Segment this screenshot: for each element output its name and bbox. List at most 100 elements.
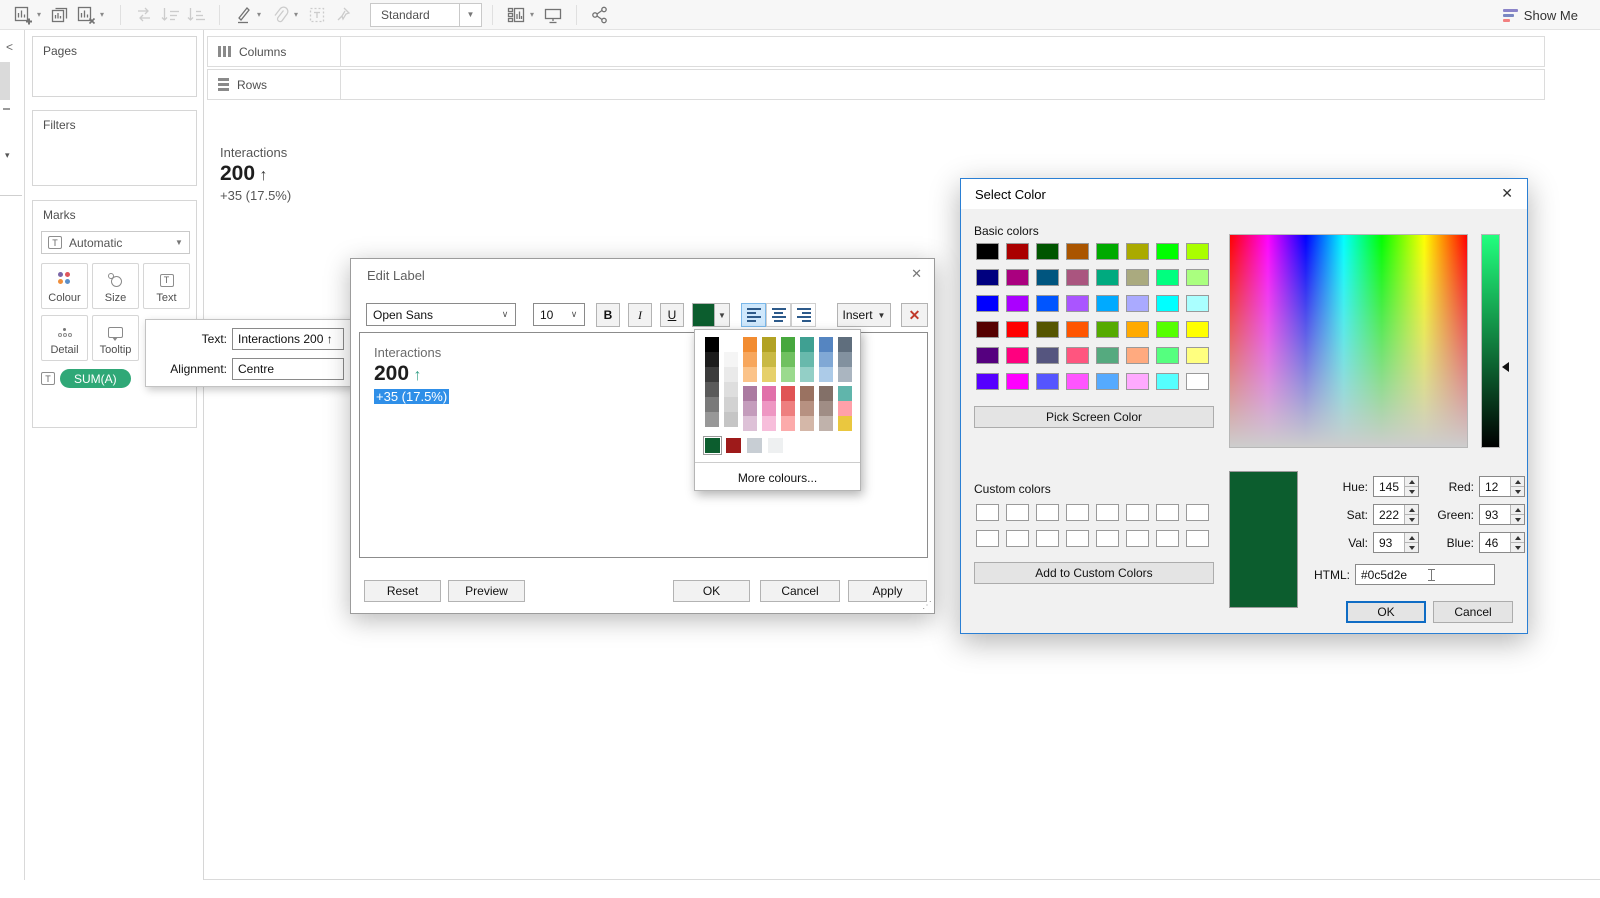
basic-color-swatch[interactable] <box>1036 269 1059 286</box>
size-button[interactable]: Size <box>92 263 139 309</box>
hue-saturation-picker[interactable] <box>1229 234 1468 448</box>
palette-color-cell[interactable] <box>743 401 757 416</box>
palette-color-cell[interactable] <box>724 397 738 412</box>
palette-color-cell[interactable] <box>819 401 833 416</box>
basic-color-swatch[interactable] <box>1126 295 1149 312</box>
collapsed-pane-block[interactable] <box>0 62 10 100</box>
clear-sheet-button[interactable]: ▾ <box>73 2 110 28</box>
palette-color-cell[interactable] <box>762 416 776 431</box>
fix-axes-button[interactable] <box>330 2 356 28</box>
custom-color-swatch[interactable] <box>1186 504 1209 521</box>
apply-button[interactable]: Apply <box>848 580 927 602</box>
basic-color-swatch[interactable] <box>1096 373 1119 390</box>
custom-color-swatch[interactable] <box>1036 530 1059 547</box>
palette-color-cell[interactable] <box>781 401 795 416</box>
palette-color-cell[interactable] <box>743 367 757 382</box>
palette-color-cell[interactable] <box>724 382 738 397</box>
basic-color-swatch[interactable] <box>976 269 999 286</box>
tooltip-button[interactable]: Tooltip <box>92 315 139 361</box>
custom-color-swatch[interactable] <box>976 504 999 521</box>
basic-color-swatch[interactable] <box>1036 373 1059 390</box>
custom-color-swatch[interactable] <box>1126 504 1149 521</box>
palette-color-cell[interactable] <box>838 386 852 401</box>
preview-button[interactable]: Preview <box>448 580 525 602</box>
mark-type-select[interactable]: T Automatic ▼ <box>41 231 190 254</box>
custom-color-swatch[interactable] <box>1006 530 1029 547</box>
palette-color-cell[interactable] <box>705 412 719 427</box>
format-workbook-button[interactable]: ▾ <box>267 2 304 28</box>
basic-color-swatch[interactable] <box>1006 347 1029 364</box>
palette-color-cell[interactable] <box>705 337 719 352</box>
caret-down-icon[interactable]: ▾ <box>5 150 10 161</box>
basic-color-swatch[interactable] <box>1066 347 1089 364</box>
custom-color-swatch[interactable] <box>1096 530 1119 547</box>
palette-color-cell[interactable] <box>743 337 757 352</box>
close-icon[interactable]: ✕ <box>911 266 922 282</box>
align-center-button[interactable] <box>766 303 791 327</box>
basic-color-swatch[interactable] <box>1126 269 1149 286</box>
cancel-button[interactable]: Cancel <box>1433 601 1513 623</box>
basic-color-swatch[interactable] <box>1006 243 1029 260</box>
basic-color-swatch[interactable] <box>1156 269 1179 286</box>
basic-color-swatch[interactable] <box>1186 321 1209 338</box>
show-mark-labels-button[interactable] <box>304 2 330 28</box>
red-spinbox[interactable]: 12 <box>1479 476 1525 497</box>
basic-color-swatch[interactable] <box>1126 243 1149 260</box>
custom-color-swatch[interactable] <box>1126 530 1149 547</box>
spinner-buttons[interactable] <box>1404 477 1418 496</box>
palette-color-cell[interactable] <box>724 412 738 427</box>
palette-color-cell[interactable] <box>705 397 719 412</box>
spinner-buttons[interactable] <box>1510 533 1524 552</box>
basic-color-swatch[interactable] <box>1036 243 1059 260</box>
filters-shelf[interactable]: Filters <box>32 110 197 186</box>
palette-color-cell[interactable] <box>762 337 776 352</box>
value-slider[interactable] <box>1481 234 1500 448</box>
close-icon[interactable]: ✕ <box>1501 185 1513 202</box>
pick-screen-color-button[interactable]: Pick Screen Color <box>974 406 1214 428</box>
palette-color-cell[interactable] <box>838 401 852 416</box>
recent-color-swatch[interactable] <box>768 438 783 453</box>
palette-color-cell[interactable] <box>781 416 795 431</box>
spinner-buttons[interactable] <box>1510 477 1524 496</box>
basic-color-swatch[interactable] <box>1036 295 1059 312</box>
palette-color-cell[interactable] <box>781 352 795 367</box>
select-color-titlebar[interactable]: Select Color ✕ <box>961 179 1527 209</box>
spinner-buttons[interactable] <box>1404 533 1418 552</box>
basic-color-swatch[interactable] <box>1036 321 1059 338</box>
basic-color-swatch[interactable] <box>1186 373 1209 390</box>
palette-color-cell[interactable] <box>800 401 814 416</box>
palette-color-cell[interactable] <box>819 337 833 352</box>
palette-color-cell[interactable] <box>762 352 776 367</box>
custom-color-swatch[interactable] <box>1096 504 1119 521</box>
basic-color-swatch[interactable] <box>1156 373 1179 390</box>
basic-color-swatch[interactable] <box>1006 295 1029 312</box>
basic-color-swatch[interactable] <box>1156 243 1179 260</box>
ok-button[interactable]: OK <box>1346 601 1426 623</box>
rows-shelf[interactable]: Rows <box>207 69 1545 100</box>
label-alignment-field[interactable]: Centre <box>232 358 344 380</box>
pages-shelf[interactable]: Pages <box>32 36 197 97</box>
basic-color-swatch[interactable] <box>1186 243 1209 260</box>
basic-color-swatch[interactable] <box>1066 243 1089 260</box>
clear-formatting-button[interactable]: ✕ <box>901 303 928 327</box>
basic-color-swatch[interactable] <box>976 243 999 260</box>
palette-color-cell[interactable] <box>800 386 814 401</box>
spinner-buttons[interactable] <box>1510 505 1524 524</box>
show-me-button[interactable]: Show Me <box>1502 3 1578 27</box>
duplicate-sheet-button[interactable] <box>47 2 73 28</box>
cancel-button[interactable]: Cancel <box>760 580 840 602</box>
custom-color-swatch[interactable] <box>1066 504 1089 521</box>
custom-color-swatch[interactable] <box>1156 530 1179 547</box>
palette-color-cell[interactable] <box>705 352 719 367</box>
basic-color-swatch[interactable] <box>1126 373 1149 390</box>
basic-color-swatch[interactable] <box>1096 295 1119 312</box>
recent-color-swatch[interactable] <box>726 438 741 453</box>
custom-color-swatch[interactable] <box>1156 504 1179 521</box>
palette-color-cell[interactable] <box>838 337 852 352</box>
colour-button[interactable]: Colour <box>41 263 88 309</box>
text-button[interactable]: T Text <box>143 263 190 309</box>
palette-color-cell[interactable] <box>800 337 814 352</box>
ok-button[interactable]: OK <box>673 580 750 602</box>
show-hide-cards-button[interactable]: ▾ <box>503 2 540 28</box>
basic-color-swatch[interactable] <box>976 373 999 390</box>
